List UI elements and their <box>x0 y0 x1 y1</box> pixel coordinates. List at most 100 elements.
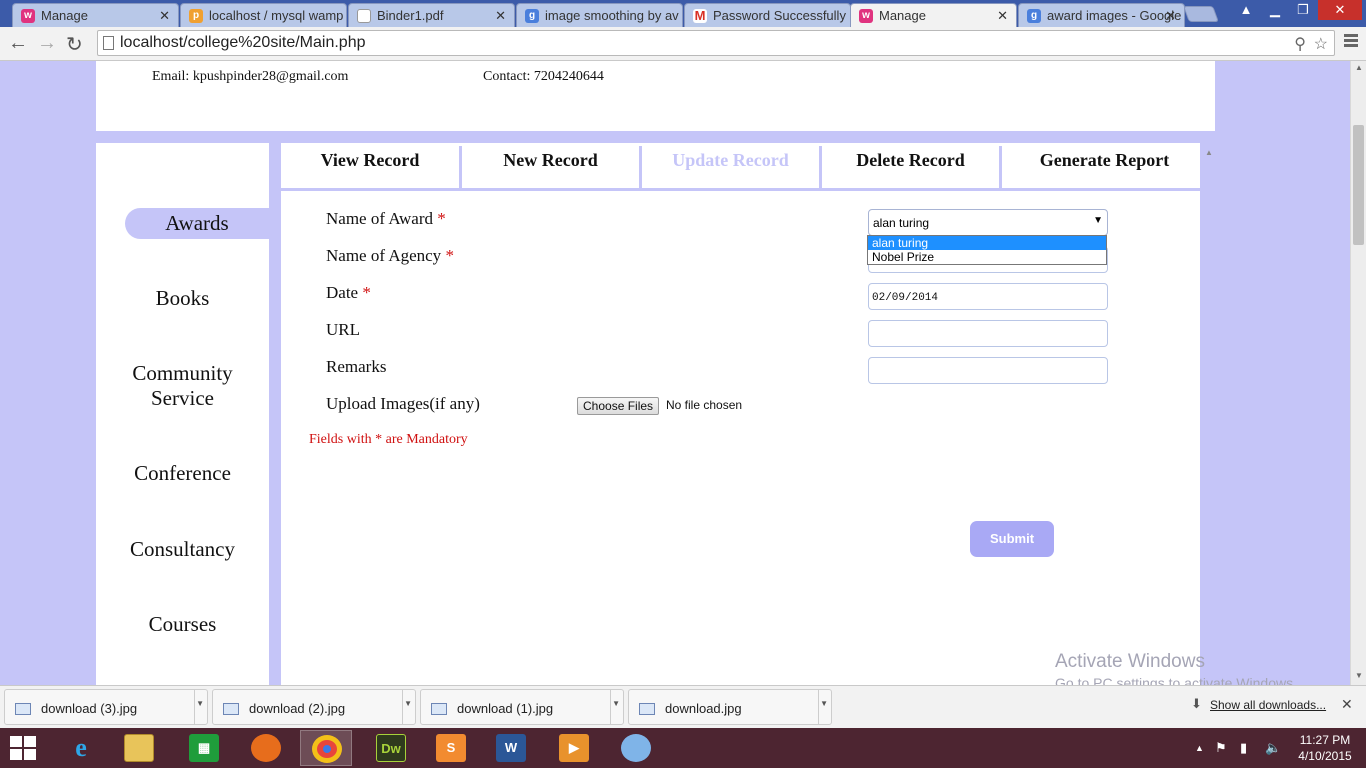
download-filename: download (3).jpg <box>41 701 138 716</box>
reload-icon[interactable]: ↻ <box>66 32 83 57</box>
chevron-down-icon[interactable]: ▼ <box>612 699 620 708</box>
windows-start-icon[interactable] <box>10 736 38 760</box>
browser-tab[interactable]: g image smoothing by av <box>516 3 683 27</box>
action-center-flag-icon[interactable]: ⚑ <box>1215 740 1227 756</box>
new-tab-button[interactable] <box>1183 6 1219 22</box>
restore-icon[interactable]: ❐ <box>1290 0 1316 20</box>
clock-date: 4/10/2015 <box>1298 749 1352 763</box>
clock-time: 11:27 PM <box>1299 733 1351 747</box>
chevron-down-icon[interactable]: ▼ <box>820 699 828 708</box>
internet-explorer-icon[interactable]: e <box>55 730 107 766</box>
required-mark: * <box>445 246 454 265</box>
download-item[interactable]: download (2).jpg ▼ <box>212 689 416 725</box>
system-clock[interactable]: 11:27 PM 4/10/2015 <box>1290 732 1360 764</box>
close-icon[interactable]: ✕ <box>1341 696 1353 713</box>
page-scrollbar[interactable]: ▲ ▼ <box>1350 61 1366 685</box>
sidebar-item-conference[interactable]: Conference <box>96 461 269 486</box>
page-viewport: Email: kpushpinder28@gmail.com Contact: … <box>0 61 1350 685</box>
sidebar: Awards Books Community Service Conferenc… <box>96 143 269 685</box>
browser-tab[interactable]: w Manage ✕ <box>12 3 179 27</box>
chrome-icon[interactable] <box>300 730 352 766</box>
dropdown-option[interactable]: alan turing <box>868 236 1106 250</box>
close-icon[interactable]: ✕ <box>159 8 170 24</box>
browser-toolbar: ← → ↻ localhost/college%20site/Main.php … <box>0 27 1366 61</box>
downloads-bar: download (3).jpg ▼ download (2).jpg ▼ do… <box>0 685 1366 728</box>
chevron-down-icon[interactable]: ▼ <box>404 699 412 708</box>
activate-windows-title: Activate Windows <box>1055 651 1205 672</box>
address-bar[interactable]: localhost/college%20site/Main.php ⚲ ☆ <box>97 30 1335 56</box>
image-file-icon <box>431 703 447 715</box>
forward-icon[interactable]: → <box>37 32 57 55</box>
paint-icon[interactable] <box>610 730 662 766</box>
sidebar-item-community-service[interactable]: Community Service <box>96 361 269 411</box>
download-arrow-icon: ⬇ <box>1191 696 1202 711</box>
show-all-downloads-link[interactable]: Show all downloads... <box>1210 698 1326 712</box>
tab-new-record[interactable]: New Record <box>462 146 642 188</box>
remarks-field[interactable] <box>868 357 1108 384</box>
panel-scroll-up-icon[interactable]: ▲ <box>1205 148 1213 157</box>
scroll-down-icon[interactable]: ▼ <box>1355 671 1363 680</box>
content-panel: View Record New Record Update Record Del… <box>281 143 1200 685</box>
sidebar-item-consultancy[interactable]: Consultancy <box>96 537 269 562</box>
phpmyadmin-icon: p <box>189 9 203 23</box>
chrome-menu-icon[interactable] <box>1344 34 1358 49</box>
browser-tab[interactable]: p localhost / mysql wamp <box>180 3 347 27</box>
sidebar-item-courses[interactable]: Courses <box>96 612 269 637</box>
download-item[interactable]: download (1).jpg ▼ <box>420 689 624 725</box>
dropdown-option[interactable]: Nobel Prize <box>868 250 1106 264</box>
award-name-dropdown: alan turing Nobel Prize <box>867 235 1107 265</box>
close-icon[interactable]: ✕ <box>495 8 506 24</box>
chevron-down-icon[interactable]: ▼ <box>196 699 204 708</box>
tab-view-record[interactable]: View Record <box>281 146 462 188</box>
store-icon[interactable]: ▦ <box>178 730 230 766</box>
minimize-icon[interactable]: ▁ <box>1262 0 1288 20</box>
power-icon[interactable]: ▮ <box>1240 740 1247 756</box>
user-icon[interactable]: ▲ <box>1233 0 1259 20</box>
browser-tab[interactable]: Binder1.pdf ✕ <box>348 3 515 27</box>
award-name-label: Name of Award * <box>326 209 446 228</box>
url-label: URL <box>326 320 360 339</box>
tab-update-record[interactable]: Update Record <box>642 146 822 188</box>
download-item[interactable]: download.jpg ▼ <box>628 689 832 725</box>
divider <box>402 690 403 724</box>
sublime-icon[interactable]: S <box>425 730 477 766</box>
bookmark-star-icon[interactable]: ☆ <box>1314 34 1328 54</box>
word-icon[interactable]: W <box>485 730 537 766</box>
browser-tab-active[interactable]: w Manage ✕ <box>850 3 1017 27</box>
divider <box>818 690 819 724</box>
browser-tab-title: localhost / mysql wamp <box>209 8 344 23</box>
date-field[interactable]: 02/09/2014 <box>868 283 1108 310</box>
image-file-icon <box>15 703 31 715</box>
tray-expand-icon[interactable]: ▲ <box>1195 743 1204 753</box>
volume-icon[interactable]: 🔈 <box>1265 740 1281 756</box>
url-field[interactable] <box>868 320 1108 347</box>
file-explorer-icon[interactable] <box>113 730 165 766</box>
download-item[interactable]: download (3).jpg ▼ <box>4 689 208 725</box>
firefox-icon[interactable] <box>240 730 292 766</box>
dreamweaver-icon[interactable]: Dw <box>365 730 417 766</box>
submit-button[interactable]: Submit <box>970 521 1054 557</box>
back-icon[interactable]: ← <box>8 32 28 55</box>
browser-tab[interactable]: g award images - Google ✕ <box>1018 3 1185 27</box>
window-close-icon[interactable]: ✕ <box>1318 0 1362 20</box>
wamp-icon: w <box>859 9 873 23</box>
media-player-icon[interactable]: ▶ <box>548 730 600 766</box>
tab-generate-report[interactable]: Generate Report <box>1002 146 1207 188</box>
award-name-select[interactable]: alan turing ▼ <box>868 209 1108 236</box>
browser-tab-title: Manage <box>41 8 88 23</box>
remarks-label: Remarks <box>326 357 387 376</box>
close-icon[interactable]: ✕ <box>1165 8 1176 24</box>
choose-files-button[interactable]: Choose Files <box>577 397 660 415</box>
gmail-icon: M <box>693 8 707 23</box>
scroll-up-icon[interactable]: ▲ <box>1355 63 1363 72</box>
image-file-icon <box>223 703 239 715</box>
sidebar-item-books[interactable]: Books <box>96 286 269 311</box>
zoom-icon[interactable]: ⚲ <box>1294 34 1306 54</box>
browser-tab-title: Binder1.pdf <box>377 8 444 23</box>
close-icon[interactable]: ✕ <box>997 8 1008 24</box>
tab-delete-record[interactable]: Delete Record <box>822 146 1002 188</box>
browser-tab[interactable]: M Password Successfully <box>684 3 851 27</box>
google-icon: g <box>1027 9 1041 23</box>
scrollbar-thumb[interactable] <box>1353 125 1364 245</box>
sidebar-item-awards[interactable]: Awards <box>125 208 269 239</box>
